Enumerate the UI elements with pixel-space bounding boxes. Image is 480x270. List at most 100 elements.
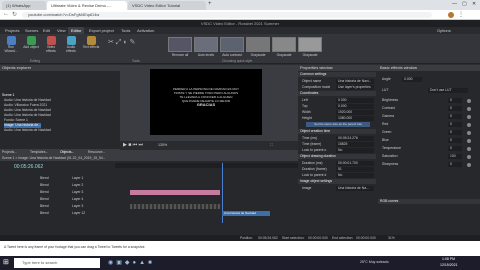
taskbar-app-icons[interactable]: ◉▣◆●▲■: [108, 259, 155, 266]
menu-edit[interactable]: Edit: [40, 27, 53, 34]
options-menu[interactable]: Options: [434, 27, 454, 34]
browser-tab-youtube[interactable]: Ultimate Video & Revise Demo -...: [47, 1, 127, 10]
fx-value[interactable]: 0.000: [402, 77, 422, 82]
tab-templates[interactable]: Templates...: [30, 150, 48, 154]
audio-effects-button[interactable]: Audio effects: [62, 36, 80, 58]
fx-value[interactable]: 0: [448, 162, 462, 167]
track-row[interactable]: Blend Layer 2: [0, 182, 115, 189]
fx-red[interactable]: Red 0: [378, 121, 478, 128]
timeline-ruler[interactable]: [115, 163, 298, 168]
fx-value[interactable]: Don't use LUT: [428, 88, 468, 93]
tools-icons[interactable]: ✂ ⤢ ◐ ✎: [108, 38, 135, 47]
fx-value[interactable]: 0: [448, 114, 462, 119]
quick-style-grayscale-3[interactable]: [298, 37, 322, 52]
fx-brightness[interactable]: Brightness 0: [378, 97, 478, 104]
windows-start-icon[interactable]: ⊞: [3, 258, 9, 266]
prop-image[interactable]: Image Una historia de Na...: [298, 185, 376, 191]
prop-value[interactable]: No: [336, 172, 374, 178]
track-row[interactable]: Blend Layer 1: [0, 175, 115, 182]
fx-gamma[interactable]: Gamma 0: [378, 113, 478, 120]
prop-value[interactable]: 00:00:01.700: [336, 160, 374, 166]
prop-value[interactable]: 51: [336, 166, 374, 172]
reload-icon[interactable]: ↻: [12, 11, 17, 18]
prop-value[interactable]: 15825: [336, 141, 374, 147]
fx-green[interactable]: Green 0: [378, 129, 478, 136]
slider-knob[interactable]: [467, 138, 471, 143]
preview-canvas[interactable]: PERDER A LA PERSONA DE NAVIDAD ES MUY TR…: [150, 69, 262, 135]
fx-blue[interactable]: Blue 0: [378, 137, 478, 144]
fx-saturation[interactable]: Saturation 100: [378, 153, 478, 160]
fx-value[interactable]: 0: [448, 98, 462, 103]
clock-date[interactable]: 12/15/2021: [440, 263, 458, 267]
play-icon[interactable]: ▶ ■ ⏮ ⏭: [123, 142, 143, 148]
slider-knob[interactable]: [467, 146, 471, 151]
track-row[interactable]: Blend Layer 3: [0, 203, 115, 210]
quick-style-auto-contrast[interactable]: [220, 37, 244, 52]
maximize-icon[interactable]: ▢: [462, 1, 467, 7]
url-field[interactable]: youtube.com/watch?v=DsFgM4EqdD4w: [22, 12, 432, 18]
run-wizard-button[interactable]: Run Wizard...: [2, 36, 20, 58]
close-icon[interactable]: ✕: [472, 1, 476, 7]
video-clip[interactable]: [130, 204, 220, 209]
prop-value[interactable]: Una historia de Navi...: [336, 78, 374, 84]
menu-activation[interactable]: Activation: [134, 27, 157, 34]
menu-scenes[interactable]: Scenes: [22, 27, 41, 34]
set-same-size-button[interactable]: Set the same size as the parent has: [306, 122, 370, 127]
drawing-duration-header[interactable]: Object drawing duration: [298, 154, 376, 159]
prop-lock-duration[interactable]: Lock to parent d No: [298, 172, 376, 178]
text-effects-button[interactable]: Text effects: [82, 36, 100, 58]
slider-knob[interactable]: [467, 162, 471, 167]
slider-knob[interactable]: [467, 130, 471, 135]
track-blend[interactable]: Blend: [40, 210, 49, 217]
video-effects-button[interactable]: Video effects: [42, 36, 60, 58]
prop-value[interactable]: Una historia de Na...: [336, 185, 374, 191]
prop-value[interactable]: No: [336, 147, 374, 153]
clock-time[interactable]: 1:08 PM: [442, 257, 455, 261]
taskbar-search[interactable]: Type here to search: [14, 258, 100, 268]
fx-angle[interactable]: Angle 0.000: [378, 76, 478, 83]
track-row[interactable]: Blend Layer 3: [0, 189, 115, 196]
prop-value[interactable]: 1080.000: [336, 115, 374, 121]
fx-contrast[interactable]: Contrast 0: [378, 105, 478, 112]
prop-value[interactable]: 0.000: [336, 97, 374, 103]
quick-style-grayscale-2[interactable]: [272, 37, 296, 52]
prop-lock-parent[interactable]: Lock to parent o No: [298, 147, 376, 153]
menu-editor[interactable]: Editor: [68, 27, 85, 34]
slider-knob[interactable]: [467, 98, 471, 103]
track-row[interactable]: Blend Layer 12: [0, 210, 115, 217]
menu-export[interactable]: Export project: [86, 27, 117, 34]
menu-projects[interactable]: Projects: [2, 27, 22, 34]
weather-widget[interactable]: 25°C Muy soleado: [360, 260, 389, 264]
add-object-button[interactable]: Add object: [22, 36, 40, 58]
slider-knob[interactable]: [467, 106, 471, 111]
menu-tools[interactable]: Tools: [118, 27, 133, 34]
track-blend[interactable]: Blend: [40, 175, 49, 182]
common-settings-header[interactable]: Common settings: [298, 72, 376, 77]
track-blend[interactable]: Blend: [40, 182, 49, 189]
quick-style-auto-levels[interactable]: [194, 37, 218, 52]
slider-knob[interactable]: [467, 114, 471, 119]
fx-value[interactable]: 0: [448, 130, 462, 135]
zoom-value[interactable]: 135%: [158, 143, 167, 147]
fx-sharpness[interactable]: Sharpness 0: [378, 161, 478, 168]
image-settings-header[interactable]: Image object settings: [298, 179, 376, 184]
minimize-icon[interactable]: —: [452, 1, 457, 7]
coordinates-header[interactable]: Coordinates: [298, 91, 376, 96]
fx-value[interactable]: 0: [448, 122, 462, 127]
fx-temperature[interactable]: Temperature 0: [378, 145, 478, 152]
track-blend[interactable]: Blend: [40, 203, 49, 210]
audio-clip[interactable]: [130, 190, 220, 195]
prop-height[interactable]: Height 1080.000: [298, 115, 376, 121]
prop-value[interactable]: 0.000: [336, 103, 374, 109]
rgb-curves-header[interactable]: RGB curves: [378, 199, 480, 204]
prop-value[interactable]: Use layer's properties: [336, 84, 374, 90]
avatar[interactable]: [448, 12, 454, 18]
browser-tab-vsdc[interactable]: VSDC Video Editor Tutorial: [128, 1, 206, 10]
tab-objects[interactable]: Objects...: [60, 150, 74, 154]
track-row[interactable]: Blend Layer 4: [0, 196, 115, 203]
creation-time-header[interactable]: Object creation time: [298, 129, 376, 134]
prop-composition[interactable]: Composition mode Use layer's properties: [298, 84, 376, 90]
browser-tab-whatsapp[interactable]: (1) WhatsApp: [2, 1, 46, 10]
track-blend[interactable]: Blend: [40, 189, 49, 196]
image-clip[interactable]: Una historia de Navidad: [222, 211, 270, 216]
